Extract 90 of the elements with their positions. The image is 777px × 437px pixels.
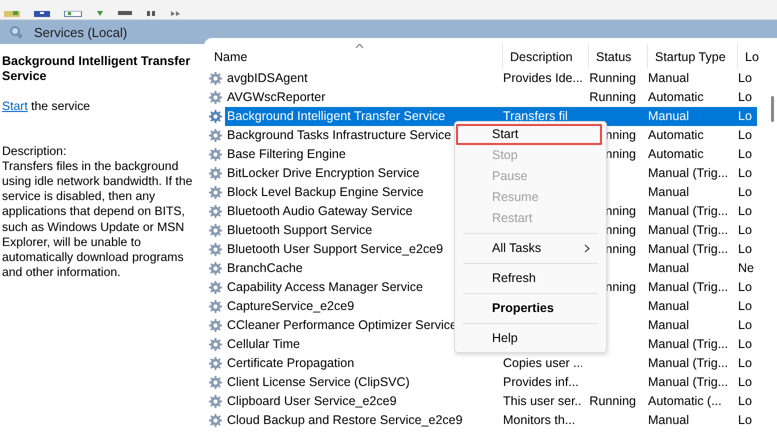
- table-cell: Lo: [738, 337, 752, 351]
- table-cell: Lo: [738, 185, 752, 199]
- table-cell: Lo: [738, 128, 752, 142]
- sort-caret-icon[interactable]: [355, 44, 364, 49]
- column-header[interactable]: Name: [212, 44, 502, 69]
- service-name: BitLocker Drive Encryption Service: [227, 166, 420, 180]
- table-cell: Manual (Trig...: [648, 166, 728, 180]
- table-cell: Lo: [738, 356, 752, 370]
- table-cell: Manual (Trig...: [648, 375, 728, 389]
- service-name: Bluetooth Audio Gateway Service: [227, 204, 413, 218]
- service-name: Clipboard User Service_e2ce9: [227, 394, 397, 408]
- table-cell: Running: [589, 394, 636, 408]
- menu-item[interactable]: Refresh: [456, 268, 602, 289]
- service-name: AVGWscReporter: [227, 90, 326, 104]
- table-cell: Provides inf...: [503, 375, 579, 389]
- menu-item[interactable]: Properties: [456, 298, 602, 319]
- table-cell: Manual: [648, 185, 689, 199]
- service-name: CaptureService_e2ce9: [227, 299, 354, 313]
- table-cell: Lo: [738, 318, 752, 332]
- toolbar-icon[interactable]: [170, 11, 182, 17]
- table-cell: Manual: [648, 261, 689, 275]
- table-cell: Lo: [738, 166, 752, 180]
- table-cell: Manual: [648, 109, 689, 123]
- service-name: avgbIDSAgent: [227, 71, 308, 85]
- table-cell: Transfers fil: [503, 109, 568, 123]
- column-header[interactable]: Description: [502, 44, 588, 69]
- scroll-thumb[interactable]: [771, 96, 774, 122]
- toolbar-icon[interactable]: [64, 11, 82, 17]
- table-cell: Lo: [738, 109, 752, 123]
- service-name: BranchCache: [227, 261, 303, 275]
- table-cell: Provides Ide...: [503, 71, 582, 85]
- table-cell: Manual (Trig...: [648, 204, 728, 218]
- table-cell: Lo: [738, 147, 752, 161]
- start-link[interactable]: Start: [2, 99, 28, 114]
- table-cell: Automatic: [648, 147, 704, 161]
- table-cell: Lo: [738, 223, 752, 237]
- table-cell: Lo: [738, 413, 752, 427]
- table-cell: Copies user ...: [503, 356, 582, 370]
- description-label: Description:: [2, 144, 68, 159]
- menu-item[interactable]: Help: [456, 328, 602, 349]
- table-cell: This user ser...: [503, 394, 582, 408]
- table-cell: Automatic: [648, 128, 704, 142]
- table-cell: Manual (Trig...: [648, 223, 728, 237]
- table-cell: Running: [589, 71, 636, 85]
- action-text: the service: [31, 99, 90, 114]
- chevron-right-icon: [584, 244, 590, 253]
- service-name: Cloud Backup and Restore Service_e2ce9: [227, 413, 463, 427]
- toolbar-icon[interactable]: [96, 11, 104, 17]
- toolbar-icon[interactable]: [118, 11, 132, 17]
- table-cell: Manual (Trig...: [648, 337, 728, 351]
- table-cell: Lo: [738, 90, 752, 104]
- table-cell: Automatic (...: [648, 394, 722, 408]
- table-cell: Lo: [738, 299, 752, 313]
- table-cell: Monitors th...: [503, 413, 576, 427]
- toolbar-icon[interactable]: [146, 11, 156, 17]
- table-cell: Manual (Trig...: [648, 242, 728, 256]
- table-cell: Lo: [738, 375, 752, 389]
- service-title: Background Intelligent Transfer Service: [2, 54, 192, 84]
- service-name: Background Intelligent Transfer Service: [227, 109, 446, 123]
- description-text: Transfers files in the background using idle network bandwidth. If the service is disabled, then any applications that depend on BITS, such as Windows Update or MSN Explorer, will be unable to automatically download programs and other information.: [2, 158, 194, 280]
- menu-item[interactable]: All Tasks: [456, 238, 602, 259]
- toolbar-icon[interactable]: [34, 11, 50, 17]
- service-name: Block Level Backup Engine Service: [227, 185, 424, 199]
- table-cell: Manual: [648, 413, 689, 427]
- service-name: Client License Service (ClipSVC): [227, 375, 410, 389]
- column-header[interactable]: Lo: [737, 44, 763, 69]
- service-name: Cellular Time: [227, 337, 300, 351]
- service-name: Background Tasks Infrastructure Service: [227, 128, 452, 142]
- table-cell: Automatic: [648, 90, 704, 104]
- service-name: Base Filtering Engine: [227, 147, 346, 161]
- table-cell: Manual: [648, 318, 689, 332]
- column-header[interactable]: Status: [588, 44, 647, 69]
- table-cell: Manual: [648, 71, 689, 85]
- panel-title: Services (Local): [34, 24, 128, 40]
- service-name: Capability Access Manager Service: [227, 280, 423, 294]
- table-cell: Lo: [738, 394, 752, 408]
- column-header[interactable]: Startup Type: [647, 44, 737, 69]
- table-cell: Ne: [738, 261, 754, 275]
- service-name: Bluetooth User Support Service_e2ce9: [227, 242, 444, 256]
- table-cell: Manual (Trig...: [648, 280, 728, 294]
- table-cell: Lo: [738, 280, 752, 294]
- service-name: Certificate Propagation: [227, 356, 354, 370]
- table-cell: Lo: [738, 71, 752, 85]
- service-name: Bluetooth Support Service: [227, 223, 372, 237]
- table-cell: Running: [589, 90, 636, 104]
- menu-item[interactable]: Start: [456, 124, 602, 145]
- table-cell: Lo: [738, 242, 752, 256]
- table-cell: Manual (Trig...: [648, 356, 728, 370]
- table-cell: Lo: [738, 204, 752, 218]
- table-cell: Manual: [648, 299, 689, 313]
